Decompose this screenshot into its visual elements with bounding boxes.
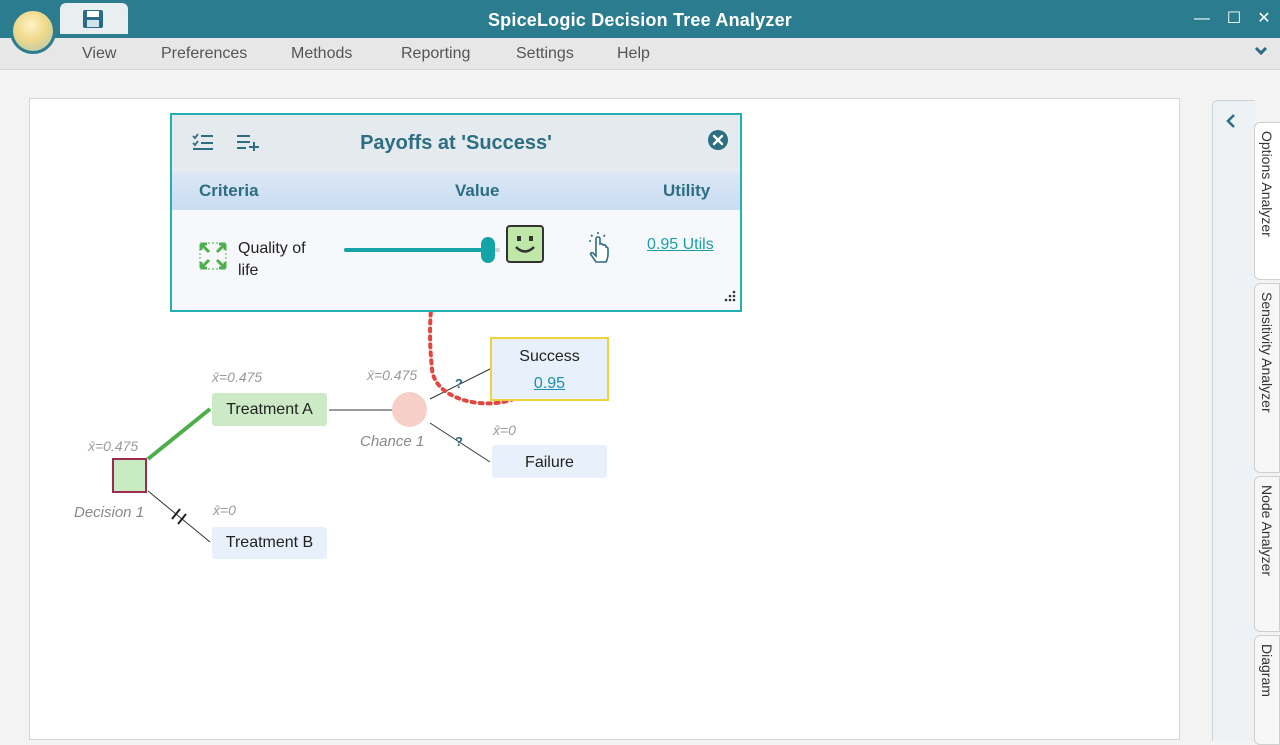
success-node[interactable]: Success 0.95 <box>490 337 609 401</box>
tab-sensitivity-analyzer-label: Sensitivity Analyzer <box>1259 292 1275 413</box>
menu-reporting[interactable]: Reporting <box>401 45 470 63</box>
column-header-row: Criteria Value Utility <box>172 172 740 210</box>
slider-thumb[interactable] <box>481 237 495 263</box>
menu-view[interactable]: View <box>82 45 116 63</box>
title-bar: SpiceLogic Decision Tree Analyzer — ☐ ✕ <box>0 0 1280 38</box>
menu-bar: View Preferences Methods Reporting Setti… <box>0 38 1280 70</box>
chance-node[interactable] <box>392 392 427 427</box>
resize-grip-icon[interactable] <box>722 290 736 304</box>
menu-help[interactable]: Help <box>617 45 650 63</box>
payoff-header: Payoffs at 'Success' <box>172 115 740 172</box>
tab-options-analyzer[interactable]: Options Analyzer <box>1254 122 1280 280</box>
utility-column-header: Utility <box>663 181 711 200</box>
probability-marker-failure[interactable]: ? <box>455 434 463 449</box>
decision-caption: Decision 1 <box>74 504 145 521</box>
maximize-button[interactable]: ☐ <box>1219 6 1249 32</box>
tab-node-analyzer-label: Node Analyzer <box>1259 485 1275 577</box>
failure-node[interactable]: Failure <box>492 445 607 478</box>
probability-marker-success[interactable]: ? <box>455 376 463 391</box>
criteria-label: Quality of life <box>238 240 306 279</box>
criteria-row: Quality of life 0.95 Utils <box>172 210 740 310</box>
tab-sensitivity-analyzer[interactable]: Sensitivity Analyzer <box>1254 283 1280 473</box>
failure-ev: x̄=0 <box>493 422 516 438</box>
utility-link[interactable]: 0.95 Utils <box>647 236 714 254</box>
slider-fill <box>344 248 488 252</box>
treatment-b-ev: x̄=0 <box>213 502 236 518</box>
minimize-button[interactable]: — <box>1187 6 1217 32</box>
menu-methods[interactable]: Methods <box>291 45 352 63</box>
treatment-b-node[interactable]: Treatment B <box>212 527 327 559</box>
value-slider[interactable] <box>344 248 500 252</box>
close-icon[interactable] <box>707 129 729 151</box>
tab-diagram[interactable]: Diagram <box>1254 635 1280 745</box>
menu-preferences[interactable]: Preferences <box>161 45 247 63</box>
chance-caption: Chance 1 <box>360 433 425 450</box>
app-title: SpiceLogic Decision Tree Analyzer <box>487 10 793 30</box>
decision-ev: x̄=0.475 <box>88 438 139 454</box>
application-menu-orb[interactable] <box>10 8 56 54</box>
tab-options-analyzer-label: Options Analyzer <box>1259 131 1275 237</box>
smiley-face-icon <box>506 225 544 263</box>
side-panel-strip <box>1212 100 1255 741</box>
touch-hand-icon[interactable] <box>586 232 612 264</box>
success-label: Success <box>519 348 580 365</box>
chevron-left-icon[interactable] <box>1225 113 1237 129</box>
chance-ev: x̄=0.475 <box>367 367 418 383</box>
success-value-link[interactable]: 0.95 <box>492 375 607 393</box>
value-column-header: Value <box>455 181 500 200</box>
treatment-a-ev: x̄=0.475 <box>212 369 263 385</box>
criteria-column-header: Criteria <box>199 181 259 200</box>
decision-node[interactable] <box>112 458 147 493</box>
payoff-popup: Payoffs at 'Success' Criteria Value Util… <box>170 113 742 312</box>
tab-diagram-label: Diagram <box>1259 644 1275 697</box>
payoff-title: Payoffs at 'Success' <box>360 132 552 154</box>
menu-settings[interactable]: Settings <box>516 45 574 63</box>
tab-node-analyzer[interactable]: Node Analyzer <box>1254 476 1280 632</box>
close-window-button[interactable]: ✕ <box>1249 6 1279 32</box>
chevron-down-icon[interactable] <box>1254 44 1268 58</box>
side-panel: Options Analyzer Sensitivity Analyzer No… <box>1212 100 1280 745</box>
treatment-a-node[interactable]: Treatment A <box>212 393 327 426</box>
expand-arrows-icon[interactable] <box>199 242 227 270</box>
